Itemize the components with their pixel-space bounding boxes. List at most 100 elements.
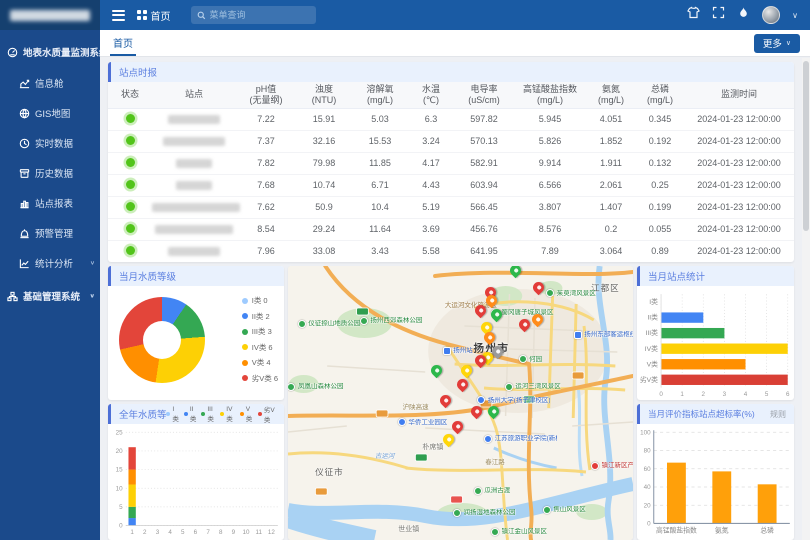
table-row[interactable]: 7.8279.9811.854.17582.919.9141.9110.1322… — [108, 152, 794, 174]
map-poi[interactable]: 瓜洲古渡 — [474, 487, 511, 495]
svg-text:5: 5 — [765, 391, 769, 398]
table-row[interactable]: 7.2215.915.036.3597.825.9454.0510.345202… — [108, 108, 794, 130]
exceed-rate-bar-chart[interactable]: 020406080100高锰酸盐指数氨氮总磷 — [637, 424, 794, 540]
poi-dot-icon — [546, 289, 554, 297]
sidebar-item-gis-map[interactable]: GIS地图 — [0, 98, 100, 128]
tab-home[interactable]: 首页 — [110, 30, 136, 56]
cell-value: 29.24 — [296, 218, 352, 240]
quality-donut-chart[interactable] — [119, 297, 205, 383]
site-name-redacted — [155, 225, 233, 234]
map-poi[interactable]: 华侨工业园区 — [398, 418, 448, 426]
annual-stacked-bar-chart[interactable]: 0510152025123456789101112 — [108, 424, 284, 540]
map-poi[interactable]: 扬州西郊森林公园 — [360, 317, 423, 325]
theme-skin-icon[interactable] — [687, 6, 700, 24]
station-map-pin-gray[interactable] — [492, 346, 503, 357]
sidebar-item-statistics[interactable]: 统计分析 ∨ — [0, 248, 100, 278]
map-poi[interactable]: 镇江金山风景区 — [491, 528, 547, 536]
station-map-pin-red[interactable] — [475, 305, 486, 316]
legend-item[interactable]: III类 3 — [242, 326, 278, 337]
legend-item[interactable]: III类 — [201, 406, 215, 423]
station-map-pin-red[interactable] — [440, 395, 451, 406]
svg-text:12: 12 — [268, 529, 276, 536]
legend-item[interactable]: V类 — [240, 406, 253, 423]
map-poi[interactable]: 润扬湿地森林公园 — [453, 509, 516, 517]
poi-dot-icon — [505, 383, 513, 391]
svg-text:20: 20 — [116, 448, 124, 455]
station-map-pin-green[interactable] — [491, 309, 502, 320]
legend-item[interactable]: 劣V类 6 — [242, 373, 278, 384]
table-row[interactable]: 7.9633.083.435.58641.957.893.0640.892024… — [108, 240, 794, 262]
cell-value: 4.051 — [586, 108, 636, 130]
map-poi[interactable]: 焦山风景区 — [543, 506, 586, 514]
legend-item[interactable]: IV类 6 — [242, 342, 278, 353]
site-name-redacted — [168, 115, 220, 124]
svg-text:60: 60 — [644, 466, 652, 473]
menu-search[interactable] — [191, 6, 316, 24]
table-row[interactable]: 8.5429.2411.643.69456.768.5760.20.055202… — [108, 218, 794, 240]
table-row[interactable]: 7.6250.910.45.19566.453.8071.4070.199202… — [108, 196, 794, 218]
map-poi[interactable]: 扬州大学(扬子津校区) — [477, 396, 550, 404]
legend-item[interactable]: II类 — [184, 406, 197, 423]
search-input[interactable] — [210, 10, 310, 20]
station-map-pin-red[interactable] — [452, 421, 463, 432]
sidebar-group-surface-water-system[interactable]: 地表水质量监测系统 ∧ — [0, 36, 100, 68]
cell-value: 5.58 — [408, 240, 454, 262]
sidebar-item-realtime-data[interactable]: 实时数据 — [0, 128, 100, 158]
legend-item[interactable]: I类 — [166, 406, 179, 423]
map-poi[interactable]: 仪征捺山地质公园 — [298, 320, 361, 328]
table-row[interactable]: 7.6810.746.714.43603.946.5662.0610.25202… — [108, 174, 794, 196]
station-map-pin-orange[interactable] — [532, 314, 543, 325]
sidebar-group-base-system[interactable]: 基础管理系统 ∨ — [0, 280, 100, 312]
clock-icon — [19, 138, 30, 149]
column-header: 站点 — [152, 82, 236, 108]
gis-map[interactable]: 扬州市江都区仪征市朴席镇世业镇沪陕高速春江路古运河大运河文化旅游区茱萸湾风景区蜀… — [288, 266, 633, 540]
breadcrumb[interactable]: 首页 — [137, 8, 171, 23]
legend-item[interactable]: IV类 — [220, 406, 235, 423]
station-map-pin-orange[interactable] — [486, 295, 497, 306]
station-hbar-chart[interactable]: 0123456I类II类III类IV类V类劣V类 — [637, 286, 794, 400]
menu-toggle-icon[interactable] — [112, 10, 125, 21]
station-map-pin-yellow[interactable] — [461, 365, 472, 376]
map-poi[interactable]: 镇江新区产业园区 — [591, 462, 633, 470]
rules-link[interactable]: 规则 — [770, 409, 786, 420]
station-map-pin-yellow[interactable] — [443, 434, 454, 445]
sidebar-item-station-report[interactable]: 站点报表 — [0, 188, 100, 218]
user-avatar[interactable] — [762, 6, 780, 24]
sidebar-item-alert-management[interactable]: 预警管理 — [0, 218, 100, 248]
map-poi[interactable]: 扬州东部客运枢纽 — [574, 331, 633, 339]
scrollbar-thumb[interactable] — [803, 61, 809, 231]
legend-item[interactable]: II类 2 — [242, 311, 278, 322]
station-table[interactable]: 状态站点pH值(无量纲)浊度(NTU)溶解氧(mg/L)水温(℃)电导率(uS/… — [108, 82, 794, 262]
station-map-pin-green[interactable] — [510, 266, 521, 276]
station-map-pin-red[interactable] — [457, 379, 468, 390]
station-map-pin-green[interactable] — [488, 406, 499, 417]
station-map-pin-red[interactable] — [519, 319, 530, 330]
flame-icon[interactable] — [737, 6, 750, 24]
cell-value: 5.945 — [514, 108, 586, 130]
cell-value: 3.24 — [408, 130, 454, 152]
map-poi[interactable]: 凤凰山森林公园 — [288, 383, 343, 391]
station-map-pin-orange[interactable] — [484, 332, 495, 343]
map-poi[interactable]: 江苏旅游职业学院(新校区) — [484, 435, 557, 443]
legend-item[interactable]: V类 4 — [242, 357, 278, 368]
map-poi[interactable]: 茱萸湾风景区 — [546, 289, 596, 297]
sidebar-item-history-data[interactable]: 历史数据 — [0, 158, 100, 188]
station-map-pin-red[interactable] — [475, 355, 486, 366]
month-station-stat-panel: 当月站点统计 0123456I类II类III类IV类V类劣V类 — [637, 266, 794, 400]
map-poi[interactable]: 何园 — [519, 355, 543, 363]
avatar-caret-down-icon[interactable]: ∨ — [792, 11, 798, 20]
legend-item[interactable]: I类 0 — [242, 295, 278, 306]
fullscreen-icon[interactable] — [712, 6, 725, 24]
map-poi[interactable]: 扬州站 — [443, 347, 473, 355]
station-map-pin-red[interactable] — [471, 406, 482, 417]
more-button[interactable]: 更多∨ — [754, 34, 800, 53]
station-map-pin-red[interactable] — [533, 282, 544, 293]
map-poi[interactable]: 运河三湾风景区 — [505, 383, 561, 391]
page-scrollbar[interactable] — [802, 58, 810, 540]
poi-dot-icon — [398, 418, 406, 426]
legend-item[interactable]: 劣V类 — [258, 404, 276, 424]
table-row[interactable]: 7.3732.1615.533.24570.135.8261.8520.1922… — [108, 130, 794, 152]
station-map-pin-green[interactable] — [431, 365, 442, 376]
site-name-redacted — [176, 159, 212, 168]
sidebar-item-info-hub[interactable]: 信息舱 — [0, 68, 100, 98]
